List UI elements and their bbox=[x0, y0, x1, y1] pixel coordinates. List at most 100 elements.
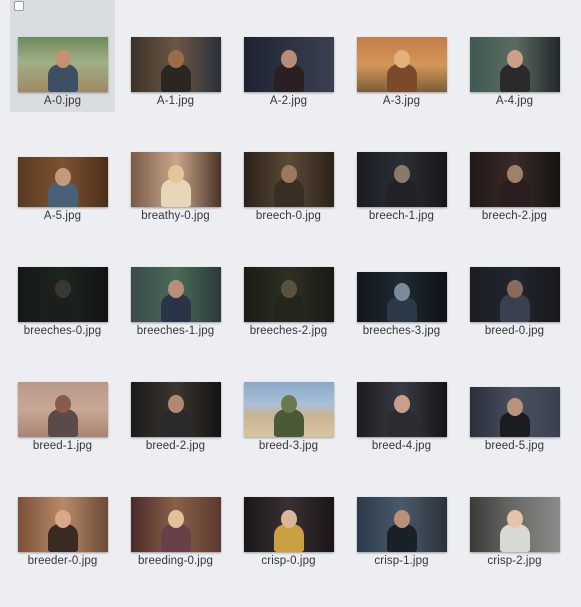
file-name-label: A-2.jpg bbox=[269, 95, 308, 107]
thumbnail-frame bbox=[10, 460, 115, 552]
thumbnail-image[interactable] bbox=[243, 37, 334, 92]
image-tile[interactable]: A-2.jpg bbox=[236, 0, 341, 112]
thumbnail-figure bbox=[160, 64, 191, 92]
thumbnail-image[interactable] bbox=[356, 37, 447, 92]
image-tile[interactable]: breech-2.jpg bbox=[462, 115, 567, 227]
thumbnail-figure bbox=[47, 409, 78, 437]
file-name-label: A-0.jpg bbox=[43, 95, 82, 107]
thumbnail-figure bbox=[273, 524, 304, 552]
file-name-label: breed-4.jpg bbox=[371, 440, 432, 452]
image-tile[interactable]: breed-4.jpg bbox=[349, 345, 454, 457]
thumbnail-image[interactable] bbox=[356, 497, 447, 552]
thumbnail-image[interactable] bbox=[469, 37, 560, 92]
thumbnail-image[interactable] bbox=[130, 37, 221, 92]
thumbnail-frame bbox=[349, 345, 454, 437]
thumbnail-image[interactable] bbox=[243, 497, 334, 552]
thumbnail-frame bbox=[462, 230, 567, 322]
file-name-label: breech-2.jpg bbox=[481, 210, 548, 222]
thumbnail-face bbox=[506, 280, 523, 298]
file-name-label: breed-0.jpg bbox=[484, 325, 545, 337]
image-tile[interactable]: breed-1.jpg bbox=[10, 345, 115, 457]
file-name-label: breeder-0.jpg bbox=[27, 555, 98, 567]
thumbnail-image[interactable] bbox=[17, 382, 108, 437]
image-tile[interactable]: A-3.jpg bbox=[349, 0, 454, 112]
file-name-label: crisp-2.jpg bbox=[487, 555, 542, 567]
thumbnail-face bbox=[54, 280, 71, 298]
thumbnail-frame bbox=[462, 0, 567, 92]
thumbnail-figure bbox=[499, 294, 530, 322]
image-tile[interactable]: A-4.jpg bbox=[462, 0, 567, 112]
thumbnail-face bbox=[393, 50, 410, 68]
image-tile[interactable]: breech-0.jpg bbox=[236, 115, 341, 227]
thumbnail-frame bbox=[123, 0, 228, 92]
thumbnail-frame bbox=[10, 345, 115, 437]
thumbnail-image[interactable] bbox=[17, 497, 108, 552]
thumbnail-frame bbox=[236, 230, 341, 322]
thumbnail-face bbox=[167, 165, 184, 183]
thumbnail-image[interactable] bbox=[130, 267, 221, 322]
thumbnail-face bbox=[280, 280, 297, 298]
image-tile[interactable]: breeches-3.jpg bbox=[349, 230, 454, 342]
image-tile[interactable]: breeches-1.jpg bbox=[123, 230, 228, 342]
thumbnail-frame bbox=[349, 115, 454, 207]
thumbnail-figure bbox=[160, 294, 191, 322]
thumbnail-face bbox=[393, 510, 410, 528]
thumbnail-figure bbox=[499, 179, 530, 207]
thumbnail-face bbox=[54, 395, 71, 413]
thumbnail-image[interactable] bbox=[130, 497, 221, 552]
thumbnail-figure bbox=[160, 409, 191, 437]
image-tile[interactable]: breeder-0.jpg bbox=[10, 460, 115, 572]
image-tile[interactable]: breeding-0.jpg bbox=[123, 460, 228, 572]
image-tile[interactable]: breeches-2.jpg bbox=[236, 230, 341, 342]
thumbnail-figure bbox=[386, 64, 417, 92]
thumbnail-image[interactable] bbox=[243, 152, 334, 207]
image-tile[interactable]: breathy-0.jpg bbox=[123, 115, 228, 227]
thumbnail-face bbox=[167, 280, 184, 298]
thumbnail-frame bbox=[236, 0, 341, 92]
image-tile[interactable]: crisp-0.jpg bbox=[236, 460, 341, 572]
image-tile[interactable]: breed-0.jpg bbox=[462, 230, 567, 342]
file-name-label: breeches-2.jpg bbox=[249, 325, 328, 337]
thumbnail-image[interactable] bbox=[17, 37, 108, 92]
thumbnail-frame bbox=[462, 460, 567, 552]
thumbnail-image[interactable] bbox=[130, 152, 221, 207]
thumbnail-face bbox=[167, 510, 184, 528]
thumbnail-image[interactable] bbox=[469, 387, 560, 437]
image-tile[interactable]: crisp-2.jpg bbox=[462, 460, 567, 572]
thumbnail-face bbox=[280, 165, 297, 183]
thumbnail-image[interactable] bbox=[243, 382, 334, 437]
thumbnail-face bbox=[54, 510, 71, 528]
image-tile[interactable]: breed-5.jpg bbox=[462, 345, 567, 457]
thumbnail-image[interactable] bbox=[243, 267, 334, 322]
thumbnail-figure bbox=[273, 409, 304, 437]
image-tile[interactable]: A-5.jpg bbox=[10, 115, 115, 227]
thumbnail-image[interactable] bbox=[469, 267, 560, 322]
thumbnail-figure bbox=[273, 294, 304, 322]
thumbnail-frame bbox=[10, 0, 115, 92]
image-tile[interactable]: breech-1.jpg bbox=[349, 115, 454, 227]
file-name-label: A-1.jpg bbox=[156, 95, 195, 107]
file-name-label: breeding-0.jpg bbox=[138, 555, 213, 567]
thumbnail-image[interactable] bbox=[469, 152, 560, 207]
image-tile[interactable]: breed-2.jpg bbox=[123, 345, 228, 457]
image-tile[interactable]: A-1.jpg bbox=[123, 0, 228, 112]
thumbnail-image[interactable] bbox=[469, 497, 560, 552]
thumbnail-image[interactable] bbox=[356, 272, 447, 322]
thumbnail-figure bbox=[386, 524, 417, 552]
image-tile[interactable]: breed-3.jpg bbox=[236, 345, 341, 457]
file-name-label: breech-1.jpg bbox=[368, 210, 435, 222]
thumbnail-figure bbox=[499, 524, 530, 552]
thumbnail-image[interactable] bbox=[356, 152, 447, 207]
thumbnail-frame bbox=[462, 115, 567, 207]
thumbnail-figure bbox=[386, 179, 417, 207]
thumbnail-image[interactable] bbox=[356, 382, 447, 437]
thumbnail-image[interactable] bbox=[130, 382, 221, 437]
image-tile[interactable]: A-0.jpg bbox=[10, 0, 115, 112]
thumbnail-figure bbox=[499, 64, 530, 92]
thumbnail-face bbox=[393, 395, 410, 413]
thumbnail-figure bbox=[273, 64, 304, 92]
image-tile[interactable]: breeches-0.jpg bbox=[10, 230, 115, 342]
thumbnail-image[interactable] bbox=[17, 267, 108, 322]
image-tile[interactable]: crisp-1.jpg bbox=[349, 460, 454, 572]
thumbnail-image[interactable] bbox=[17, 157, 108, 207]
